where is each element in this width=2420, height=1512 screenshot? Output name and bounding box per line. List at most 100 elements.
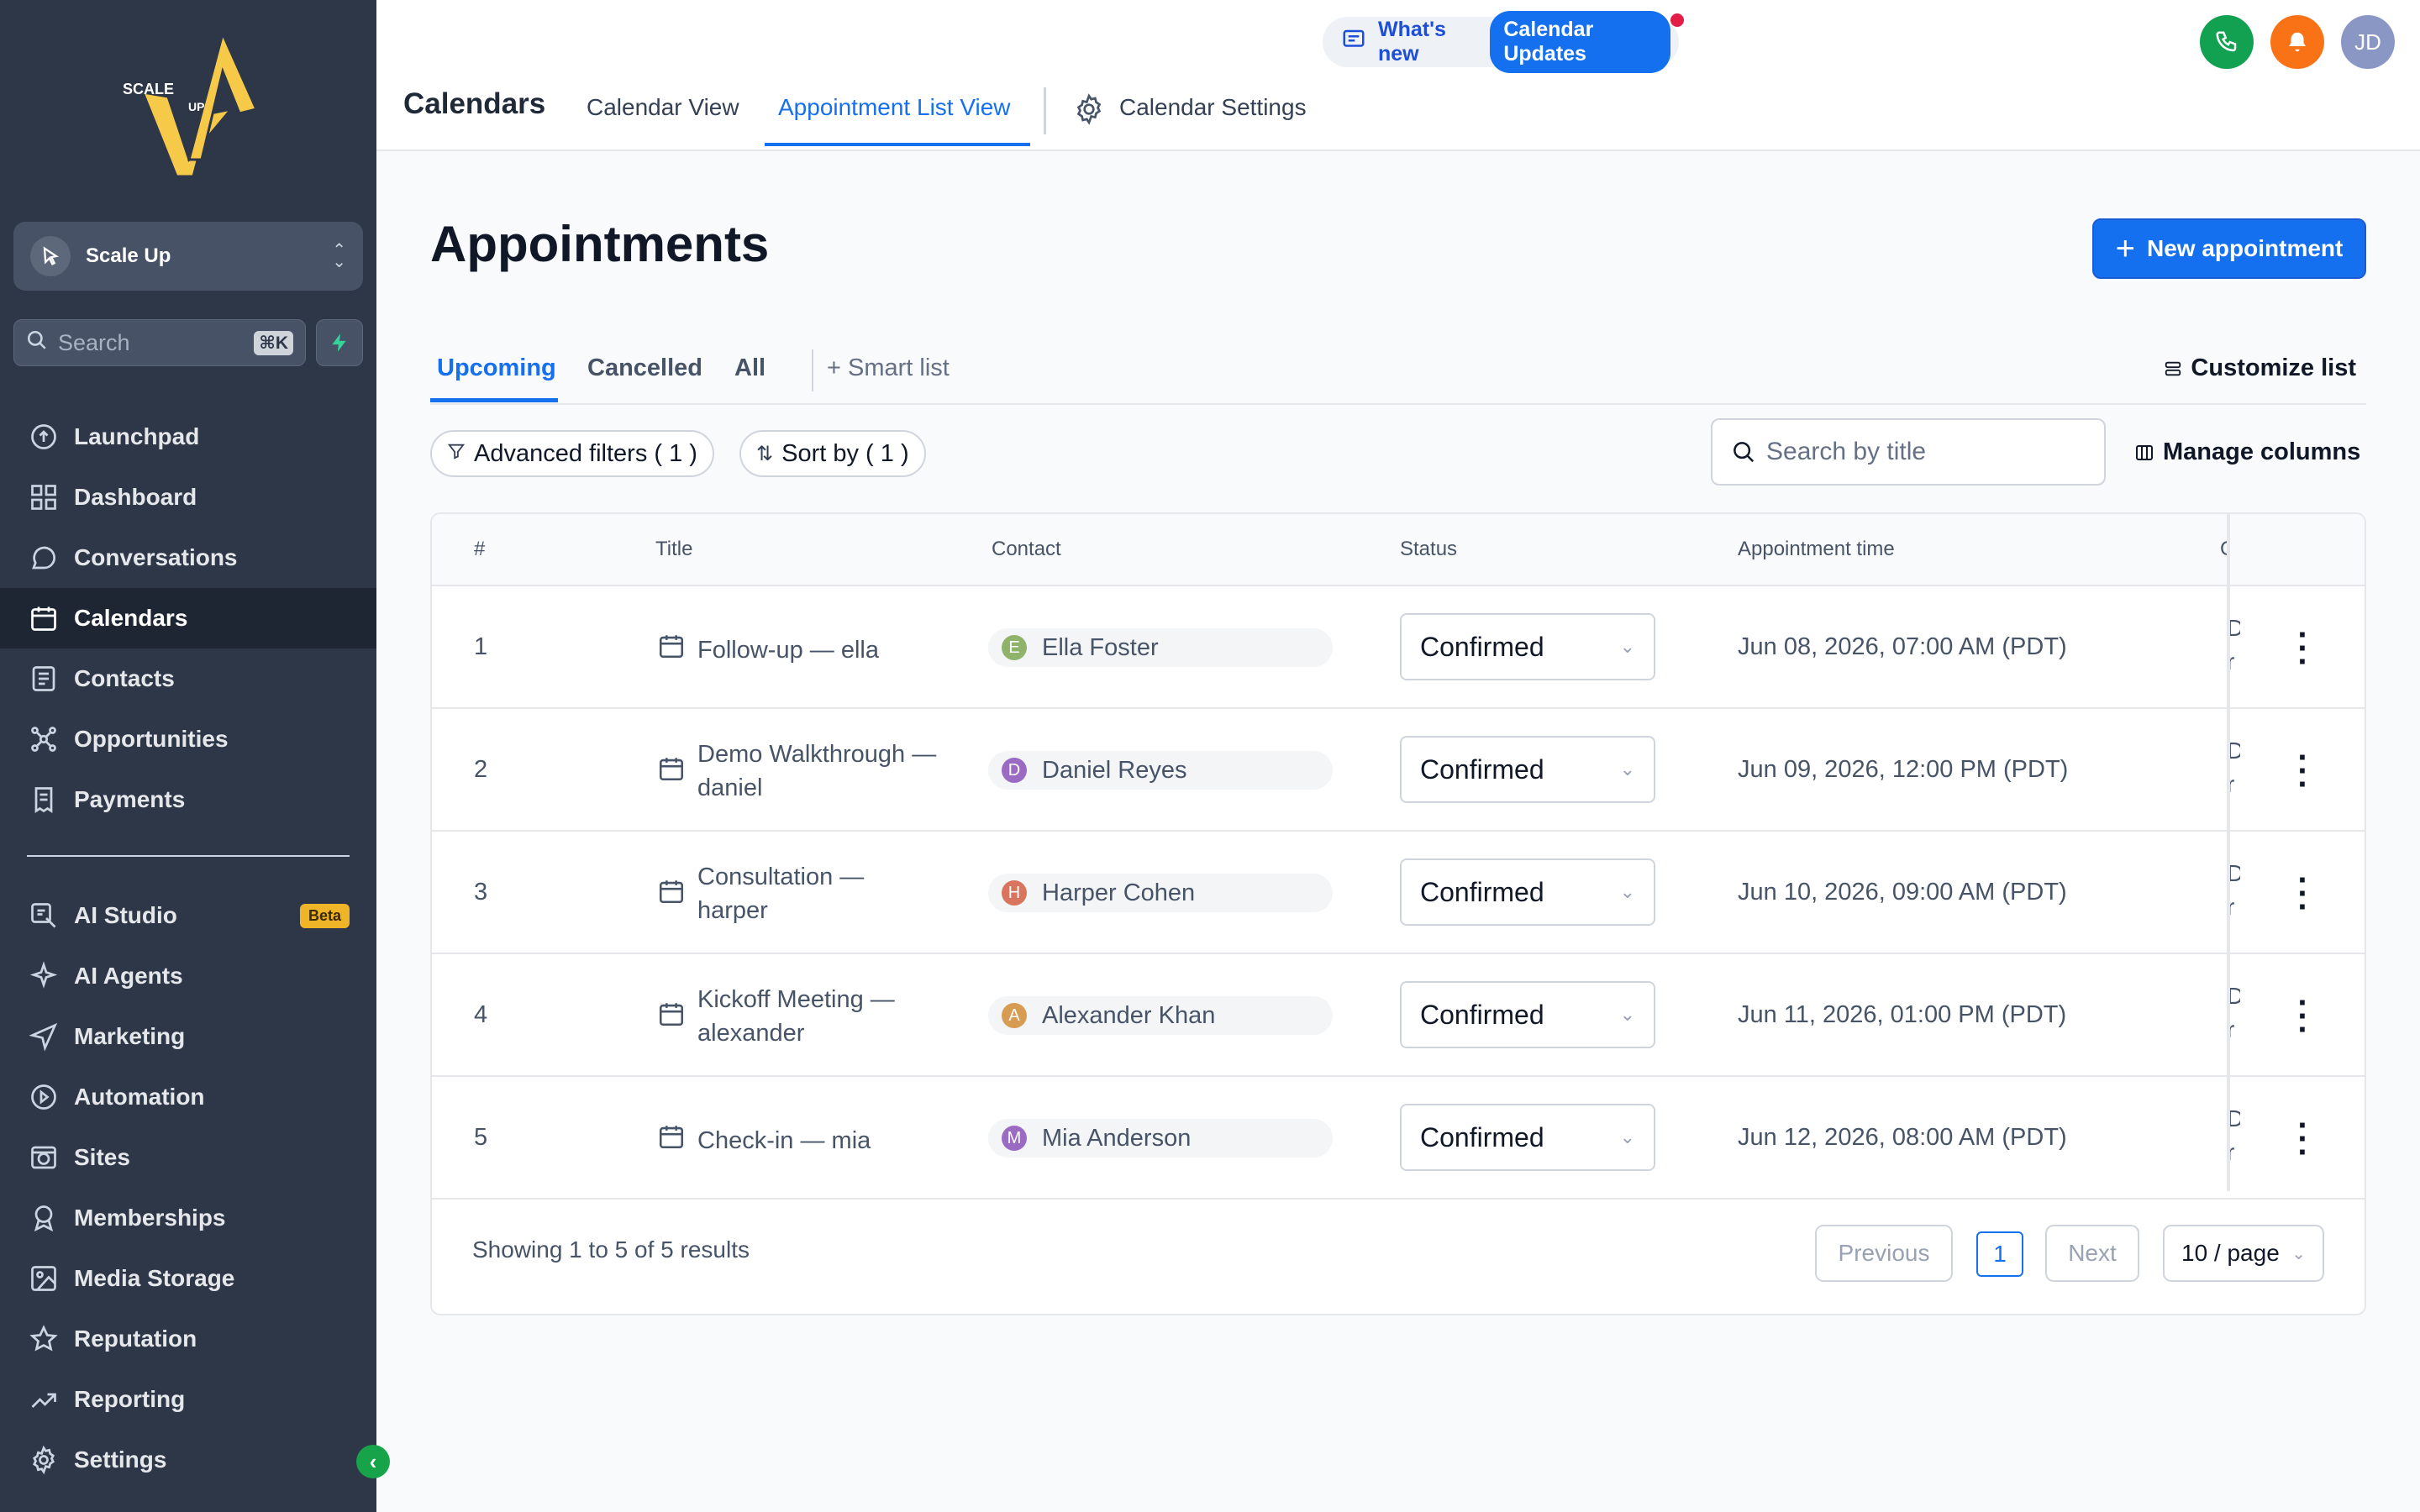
more-actions-icon[interactable]: · · · [2291, 986, 2316, 1047]
sidebar-item-sites[interactable]: Sites [0, 1127, 376, 1188]
filter-icon [447, 442, 466, 466]
tab-calendar-settings[interactable]: Calendar Settings [1119, 94, 1307, 121]
sidebar-item-reporting[interactable]: Reporting [0, 1369, 376, 1430]
header-contact[interactable]: Contact [992, 538, 1061, 561]
sidebar-item-payments[interactable]: Payments [0, 769, 376, 830]
table-row[interactable]: 5 Check-in — mia M Mia Anderson Confirmed ⌄ Ju… [432, 1077, 2365, 1200]
announcement-icon [1341, 27, 1366, 58]
sort-by-button[interactable]: ⇅ Sort by ( 1 ) [739, 430, 926, 477]
manage-columns-button[interactable]: Manage columns [2134, 438, 2360, 466]
chevron-down-icon: ⌄ [2291, 1244, 2306, 1263]
logo-text-scale: SCALE [123, 81, 174, 97]
smart-list-button[interactable]: + Smart list [827, 354, 950, 382]
subtab-active-indicator [430, 398, 558, 402]
new-appointment-label: New appointment [2147, 235, 2344, 261]
header-status[interactable]: Status [1400, 538, 1457, 561]
network-icon [27, 722, 60, 756]
table-row[interactable]: 1 Follow-up — ella E Ella Foster Confirmed ⌄ J… [432, 586, 2365, 709]
sidebar-item-marketing[interactable]: Marketing [0, 1006, 376, 1067]
table-row[interactable]: 4 Kickoff Meeting — alexander A Alexander K… [432, 954, 2365, 1077]
scale-up-logo[interactable]: SCALE UP [118, 34, 260, 185]
chevron-up-down-icon: ⌃ ⌄ [332, 241, 346, 271]
page-size-select[interactable]: 10 / page ⌄ [2163, 1225, 2324, 1282]
header-title[interactable]: Title [655, 538, 692, 561]
contact-chip[interactable]: D Daniel Reyes [988, 751, 1333, 790]
calendar-updates-pill[interactable]: Calendar Updates [1490, 11, 1670, 73]
sidebar: SCALE UP Scale Up ⌃ ⌄ Search ⌘K Launchpad… [0, 0, 390, 1512]
manage-columns-label: Manage columns [2163, 438, 2361, 465]
notifications-button[interactable] [2270, 15, 2324, 69]
account-switcher[interactable]: Scale Up ⌃ ⌄ [13, 222, 363, 291]
sidebar-item-settings[interactable]: Settings [0, 1430, 376, 1490]
sidebar-item-conversations[interactable]: Conversations [0, 528, 376, 588]
next-page-button[interactable]: Next [2045, 1225, 2139, 1282]
more-actions-icon[interactable]: · · · [2291, 864, 2316, 924]
sidebar-item-memberships[interactable]: Memberships [0, 1188, 376, 1248]
sidebar-nav-secondary: AI Studio Beta AI Agents Marketing Automatio… [0, 885, 376, 1490]
status-select[interactable]: Confirmed ⌄ [1400, 613, 1655, 680]
appointment-title[interactable]: Consultation — harper [697, 860, 941, 927]
header-appointment-time[interactable]: Appointment time [1738, 538, 1895, 561]
status-select[interactable]: Confirmed ⌄ [1400, 736, 1655, 803]
contact-chip[interactable]: E Ella Foster [988, 628, 1333, 667]
phone-button[interactable] [2200, 15, 2254, 69]
previous-page-button[interactable]: Previous [1815, 1225, 1953, 1282]
active-tab-indicator [765, 143, 1030, 146]
sidebar-item-media-storage[interactable]: Media Storage [0, 1248, 376, 1309]
user-avatar[interactable]: JD [2341, 15, 2395, 69]
more-actions-icon[interactable]: · · · [2291, 1109, 2316, 1169]
award-icon [27, 1201, 60, 1235]
tab-appointment-list-view[interactable]: Appointment List View [778, 94, 1011, 121]
search-by-title-input[interactable]: Search by title [1711, 418, 2106, 486]
appointment-title[interactable]: Follow-up — ella [697, 633, 941, 667]
new-appointment-button[interactable]: + New appointment [2092, 218, 2366, 279]
table-row[interactable]: 2 Demo Walkthrough — daniel D Daniel Reyes C… [432, 709, 2365, 832]
sidebar-item-automation[interactable]: Automation [0, 1067, 376, 1127]
subtab-cancelled[interactable]: Cancelled [587, 354, 702, 382]
contact-chip[interactable]: A Alexander Khan [988, 996, 1333, 1035]
sidebar-item-label: Opportunities [74, 726, 229, 752]
customize-list-button[interactable]: Customize list [2164, 354, 2356, 382]
advanced-filters-button[interactable]: Advanced filters ( 1 ) [430, 430, 714, 477]
table-row[interactable]: 3 Consultation — harper H Harper Cohen Confi… [432, 832, 2365, 954]
appointment-title[interactable]: Kickoff Meeting — alexander [697, 983, 941, 1050]
status-select[interactable]: Confirmed ⌄ [1400, 1104, 1655, 1171]
sidebar-item-label: Conversations [74, 544, 238, 570]
sidebar-item-opportunities[interactable]: Opportunities [0, 709, 376, 769]
sidebar-item-label: Memberships [74, 1205, 226, 1231]
sidebar-nav-primary: Launchpad Dashboard Conversations Calendars… [0, 407, 376, 830]
sidebar-item-calendars[interactable]: Calendars [0, 588, 376, 648]
bolt-icon[interactable] [316, 319, 363, 366]
subtab-separator [812, 349, 813, 391]
tab-calendar-view[interactable]: Calendar View [587, 94, 739, 121]
sidebar-item-launchpad[interactable]: Launchpad [0, 407, 376, 467]
whats-new-banner[interactable]: What's new Calendar Updates [1323, 11, 1679, 73]
status-value: Confirmed [1420, 876, 1544, 907]
appointment-time: Jun 09, 2026, 12:00 PM (PDT) [1738, 756, 2069, 783]
sidebar-item-reputation[interactable]: Reputation [0, 1309, 376, 1369]
status-select[interactable]: Confirmed ⌄ [1400, 981, 1655, 1048]
sidebar-item-label: Marketing [74, 1023, 186, 1049]
contact-avatar: A [1002, 1003, 1027, 1028]
sticky-column-divider [2227, 514, 2230, 1191]
sidebar-item-label: Automation [74, 1084, 205, 1110]
more-actions-icon[interactable]: · · · [2291, 741, 2316, 801]
more-actions-icon[interactable]: · · · [2291, 618, 2316, 679]
subtab-all[interactable]: All [734, 354, 765, 382]
subtab-upcoming[interactable]: Upcoming [437, 354, 556, 382]
sidebar-item-contacts[interactable]: Contacts [0, 648, 376, 709]
sidebar-item-ai-agents[interactable]: AI Agents [0, 946, 376, 1006]
status-select[interactable]: Confirmed ⌄ [1400, 858, 1655, 926]
sparkle-icon [27, 959, 60, 993]
sidebar-item-label: Media Storage [74, 1265, 235, 1291]
appointment-title[interactable]: Demo Walkthrough — daniel [697, 738, 941, 805]
sidebar-item-dashboard[interactable]: Dashboard [0, 467, 376, 528]
sidebar-item-ai-studio[interactable]: AI Studio Beta [0, 885, 376, 946]
contact-chip[interactable]: H Harper Cohen [988, 874, 1333, 912]
appointment-title[interactable]: Check-in — mia [697, 1124, 941, 1158]
contact-chip[interactable]: M Mia Anderson [988, 1119, 1333, 1158]
page-number-button[interactable]: 1 [1976, 1231, 2023, 1277]
sidebar-search[interactable]: Search ⌘K [13, 319, 306, 366]
image-icon [27, 1262, 60, 1295]
collapse-sidebar-button[interactable]: ‹ [356, 1445, 390, 1478]
